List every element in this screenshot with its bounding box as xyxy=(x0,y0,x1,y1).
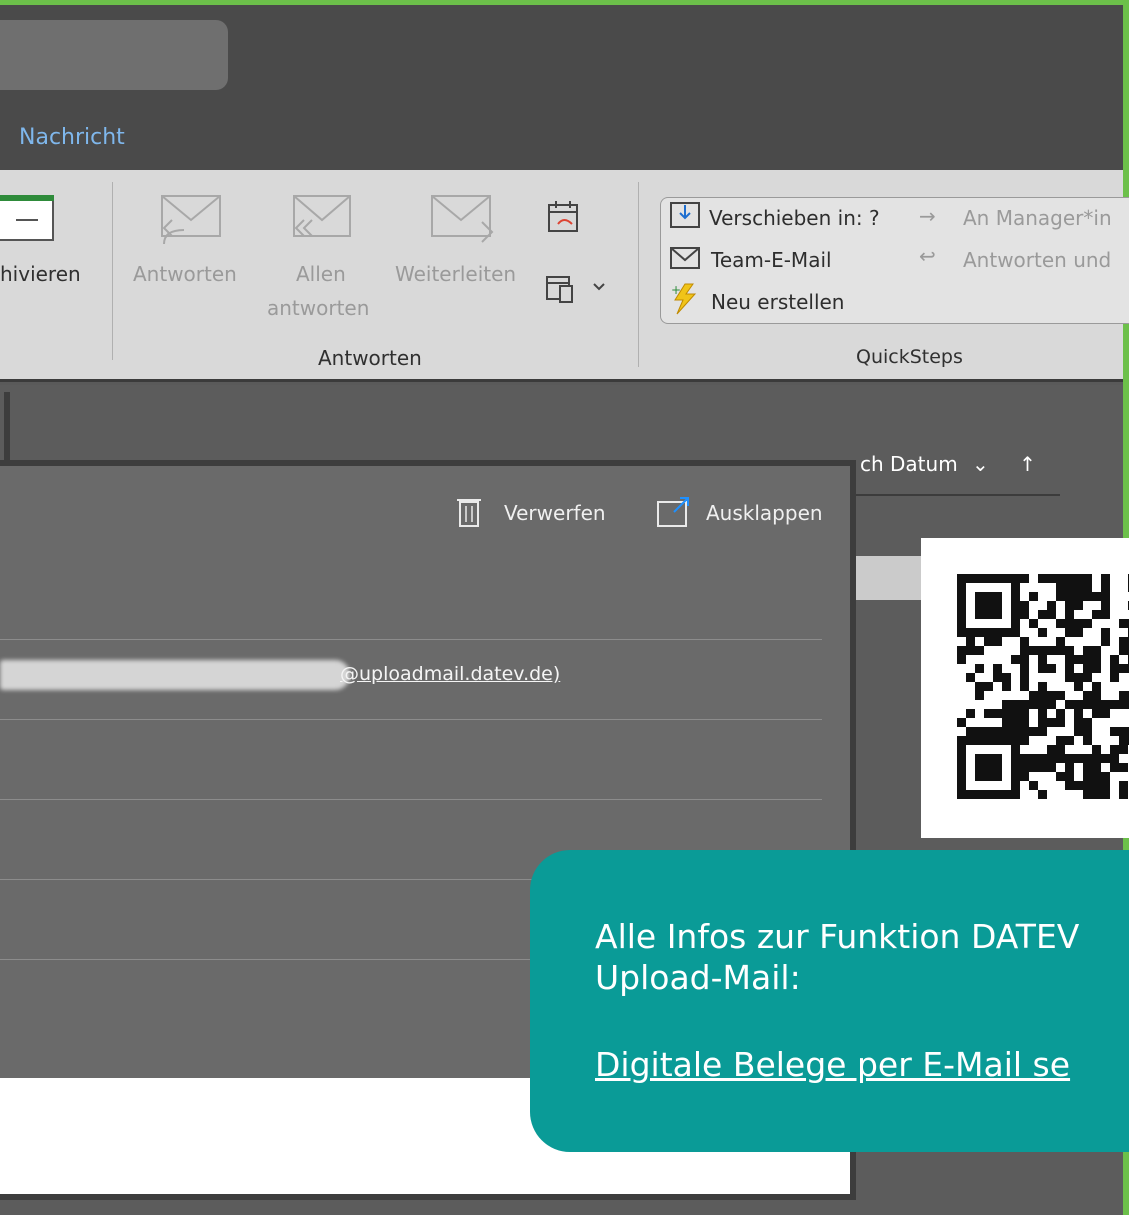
info-line1: Alle Infos zur Funktion DATEV xyxy=(595,917,1080,956)
field-divider xyxy=(0,799,822,800)
reply-all-button-line1[interactable]: Allen xyxy=(296,262,346,286)
ribbon-separator xyxy=(638,182,639,367)
archive-button[interactable]: hivieren xyxy=(0,262,81,286)
field-divider xyxy=(0,719,822,720)
sort-direction-icon[interactable]: ↑ xyxy=(1019,452,1036,476)
ribbon-separator xyxy=(112,182,113,360)
reply-all-button-line2[interactable]: antworten xyxy=(267,296,369,320)
quickstep-team-email[interactable]: Team-E-Mail xyxy=(711,248,832,272)
field-divider xyxy=(0,639,822,640)
more-respond-icon[interactable] xyxy=(544,270,608,306)
tab-message[interactable]: Nachricht xyxy=(19,125,125,150)
tab-row xyxy=(0,122,1123,170)
info-link[interactable]: Digitale Belege per E-Mail se xyxy=(595,1045,1070,1084)
reply-all-icon[interactable] xyxy=(290,190,354,246)
arrow-right-icon: → xyxy=(919,204,936,228)
quickstep-move[interactable]: Verschieben in: ? xyxy=(709,206,880,230)
reply-button[interactable]: Antworten xyxy=(133,262,237,286)
qr-code xyxy=(921,538,1129,838)
recipient-address[interactable]: @uploadmail.datev.de) xyxy=(340,663,560,685)
chevron-down-icon[interactable]: ⌄ xyxy=(972,452,989,476)
quicksteps-group-label: QuickSteps xyxy=(856,346,963,368)
ribbon: hivieren Antworten Allen antworten Weite… xyxy=(0,170,1129,382)
popout-button[interactable]: Ausklappen xyxy=(706,501,823,525)
redacted-recipient xyxy=(0,660,350,690)
team-email-icon xyxy=(670,247,700,269)
quickstep-reply-delete[interactable]: Antworten und xyxy=(963,248,1111,272)
quickstep-new[interactable]: Neu erstellen xyxy=(711,290,845,314)
reply-arrow-icon: ↩ xyxy=(919,244,936,268)
respond-group-label: Antworten xyxy=(318,346,422,370)
sort-dropdown[interactable]: ch Datum ⌄ ↑ xyxy=(860,452,1036,476)
quickstep-manager[interactable]: An Manager*in xyxy=(963,206,1112,230)
info-line2: Upload-Mail: xyxy=(595,958,801,997)
info-card: Alle Infos zur Funktion DATEV Upload-Mai… xyxy=(530,850,1129,1152)
trash-icon[interactable] xyxy=(456,496,482,528)
sort-label[interactable]: ch Datum xyxy=(860,452,958,476)
discard-button[interactable]: Verwerfen xyxy=(504,501,606,525)
qr-code-image xyxy=(957,574,1129,799)
search-input[interactable] xyxy=(0,20,228,90)
lightning-icon: + xyxy=(671,283,697,315)
meeting-reply-icon[interactable] xyxy=(546,198,582,234)
move-to-icon xyxy=(670,202,700,228)
popout-icon[interactable] xyxy=(656,496,692,528)
info-text: Alle Infos zur Funktion DATEV Upload-Mai… xyxy=(595,916,1079,998)
svg-text:+: + xyxy=(671,283,681,297)
forward-icon[interactable] xyxy=(430,190,498,246)
archive-icon[interactable] xyxy=(0,195,54,241)
reply-icon[interactable] xyxy=(160,190,224,246)
quicksteps-gallery: Verschieben in: ? Team-E-Mail + Neu erst… xyxy=(660,197,1129,324)
forward-button[interactable]: Weiterleiten xyxy=(395,262,516,286)
